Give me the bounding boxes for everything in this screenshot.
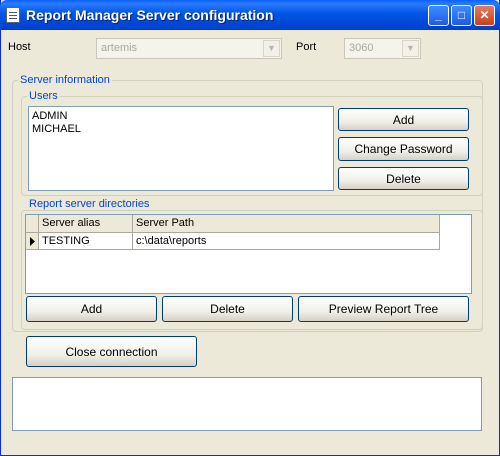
add-user-button[interactable]: Add <box>338 108 469 131</box>
list-item[interactable]: ADMIN <box>32 110 67 122</box>
column-header-alias[interactable]: Server alias <box>39 215 133 233</box>
port-combo[interactable]: 3060 ▼ <box>344 38 421 59</box>
host-label: Host <box>8 41 31 53</box>
close-connection-button[interactable]: Close connection <box>26 336 197 367</box>
column-header-path[interactable]: Server Path <box>133 215 440 233</box>
minimize-button[interactable]: _ <box>428 5 449 26</box>
maximize-button[interactable]: □ <box>451 5 472 26</box>
row-selector[interactable] <box>26 233 39 250</box>
close-button[interactable]: ✕ <box>474 5 495 26</box>
directories-grid[interactable]: Server alias Server Path TESTING c:\data… <box>25 214 472 294</box>
host-combo[interactable]: artemis ▼ <box>96 38 282 59</box>
cell-alias[interactable]: TESTING <box>39 233 133 250</box>
title-bar[interactable]: Report Manager Server configuration _ □ … <box>0 0 500 30</box>
add-directory-button[interactable]: Add <box>26 296 157 322</box>
change-password-button[interactable]: Change Password <box>338 137 469 161</box>
directories-title: Report server directories <box>27 198 152 210</box>
config-window: Report Manager Server configuration _ □ … <box>0 0 500 456</box>
delete-directory-button[interactable]: Delete <box>162 296 293 322</box>
status-textbox[interactable] <box>12 377 482 431</box>
host-value: artemis <box>101 42 138 54</box>
list-item[interactable]: MICHAEL <box>32 123 81 135</box>
cell-path[interactable]: c:\data\reports <box>133 233 440 250</box>
delete-user-button[interactable]: Delete <box>338 167 469 190</box>
preview-report-tree-button[interactable]: Preview Report Tree <box>298 296 469 322</box>
grid-corner <box>26 215 39 233</box>
users-title: Users <box>27 90 60 102</box>
server-information-title: Server information <box>18 74 112 86</box>
users-list[interactable]: ADMIN MICHAEL <box>28 106 334 191</box>
port-label: Port <box>296 41 317 53</box>
window-title: Report Manager Server configuration <box>26 7 274 23</box>
chevron-down-icon[interactable]: ▼ <box>402 40 419 57</box>
port-value: 3060 <box>349 42 374 54</box>
chevron-down-icon[interactable]: ▼ <box>263 40 280 57</box>
app-icon <box>6 7 20 23</box>
current-row-arrow-icon <box>30 237 35 246</box>
